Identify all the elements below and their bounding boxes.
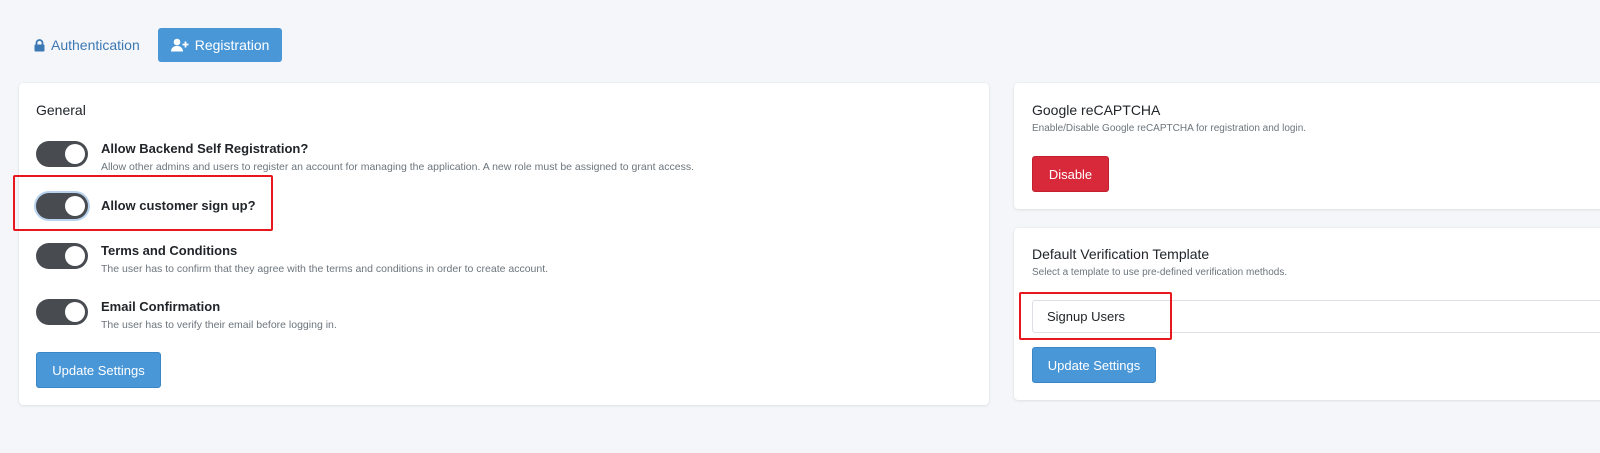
general-title: General: [36, 102, 86, 118]
toggle-knob: [65, 302, 85, 322]
toggle-knob: [65, 246, 85, 266]
setting-customer-sign-up: Allow customer sign up?: [36, 193, 256, 219]
setting-help: Allow other admins and users to register…: [101, 161, 695, 173]
tab-authentication[interactable]: Authentication: [24, 28, 150, 62]
user-plus-icon: [170, 38, 189, 52]
update-verification-settings-button[interactable]: Update Settings: [1032, 347, 1156, 383]
customer-sign-up-toggle[interactable]: [36, 193, 88, 219]
settings-tabs: Authentication Registration: [24, 28, 283, 62]
toggle-knob: [65, 196, 85, 216]
setting-email-confirmation: Email Confirmation The user has to verif…: [36, 299, 337, 332]
setting-terms-and-conditions: Terms and Conditions The user has to con…: [36, 243, 548, 276]
verification-template-select[interactable]: Signup Users: [1032, 300, 1600, 333]
verification-template-card: Default Verification Template Select a t…: [1014, 228, 1600, 400]
backend-self-registration-toggle[interactable]: [36, 141, 88, 167]
general-settings-card: General Allow Backend Self Registration?…: [19, 83, 989, 405]
update-settings-button[interactable]: Update Settings: [36, 352, 161, 388]
setting-backend-self-registration: Allow Backend Self Registration? Allow o…: [36, 141, 694, 174]
lock-icon: [34, 38, 45, 52]
setting-label: Allow customer sign up?: [101, 198, 256, 213]
recaptcha-title: Google reCAPTCHA: [1032, 102, 1161, 118]
tab-registration[interactable]: Registration: [157, 28, 283, 62]
verification-subtitle: Select a template to use pre-defined ver…: [1032, 267, 1288, 278]
verification-template-value: Signup Users: [1047, 309, 1126, 324]
tab-registration-label: Registration: [194, 37, 270, 53]
tab-authentication-label: Authentication: [51, 37, 140, 53]
recaptcha-card: Google reCAPTCHA Enable/Disable Google r…: [1014, 83, 1600, 209]
setting-label: Allow Backend Self Registration?: [101, 141, 309, 156]
setting-label: Email Confirmation: [101, 299, 221, 314]
disable-recaptcha-button[interactable]: Disable: [1032, 156, 1109, 192]
setting-help: The user has to confirm that they agree …: [101, 263, 549, 275]
setting-label: Terms and Conditions: [101, 243, 238, 258]
terms-and-conditions-toggle[interactable]: [36, 243, 88, 269]
recaptcha-subtitle: Enable/Disable Google reCAPTCHA for regi…: [1032, 123, 1307, 134]
email-confirmation-toggle[interactable]: [36, 299, 88, 325]
toggle-knob: [65, 144, 85, 164]
setting-help: The user has to verify their email befor…: [101, 319, 337, 331]
verification-title: Default Verification Template: [1032, 246, 1210, 262]
